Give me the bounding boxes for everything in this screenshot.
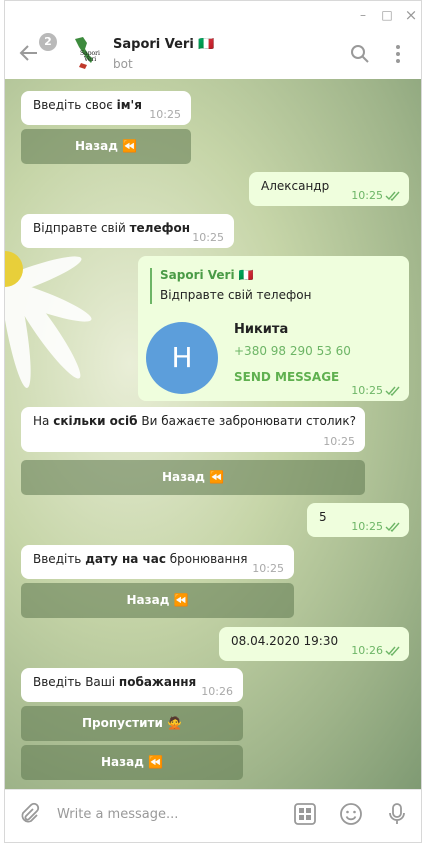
message-text: Александр: [261, 179, 330, 193]
italy-map-logo-icon: Sapori Veri: [75, 37, 100, 69]
incoming-message: На скільки осіб Ви бажаєте забронювати с…: [21, 407, 365, 452]
minimize-button[interactable]: –: [355, 7, 371, 23]
outgoing-message: 5 10:25: [307, 503, 409, 537]
smile-icon: [340, 803, 362, 825]
message-text-bold: телефон: [129, 221, 191, 235]
message-text-bold: дату на час: [85, 552, 166, 566]
paperclip-icon: [21, 802, 40, 823]
telegram-window: – □ × 2 Sapori Veri Sapori Veri 🇮🇹 bot В…: [4, 0, 422, 843]
back-keyboard-button[interactable]: Назад ⏪: [21, 745, 243, 780]
forwarded-from: Sapori Veri 🇮🇹: [160, 268, 254, 282]
forward-bar: [150, 268, 152, 304]
attach-button[interactable]: [17, 802, 41, 826]
back-keyboard-button[interactable]: Назад ⏪: [21, 129, 191, 164]
message-time: 10:26: [201, 685, 233, 698]
search-button[interactable]: [349, 43, 373, 67]
chat-subtitle: bot: [113, 57, 133, 71]
message-time: 10:25: [252, 562, 284, 575]
incoming-message: Введіть Ваші побажання 10:26: [21, 668, 243, 702]
double-check-icon: [385, 522, 400, 532]
close-button[interactable]: ×: [403, 7, 419, 23]
contact-avatar[interactable]: H: [146, 322, 218, 394]
message-text: 5: [319, 510, 327, 524]
bot-commands-button[interactable]: [293, 802, 317, 826]
message-time: 10:25: [192, 231, 224, 244]
message-text-rest: бронювання: [165, 552, 248, 566]
arrow-left-icon: [19, 45, 37, 61]
message-time: 10:25: [323, 435, 355, 448]
message-time: 10:26: [351, 644, 383, 657]
message-text-rest: Ви бажаєте забронювати столик?: [137, 414, 356, 428]
forwarded-contact-message[interactable]: Sapori Veri 🇮🇹 Відправте свій телефон H …: [138, 256, 409, 401]
double-check-icon: [385, 386, 400, 396]
back-keyboard-button[interactable]: Назад ⏪: [21, 460, 365, 495]
forwarded-text: Відправте свій телефон: [160, 288, 312, 302]
send-message-button[interactable]: SEND MESSAGE: [234, 370, 339, 384]
unread-badge: 2: [39, 33, 57, 51]
search-icon: [351, 45, 369, 63]
message-text: Введіть: [33, 552, 86, 566]
message-text-bold: скільки осіб: [53, 414, 138, 428]
keyboard-grid-icon: [294, 803, 316, 825]
message-text: На: [33, 414, 54, 428]
contact-name: Никита: [234, 322, 289, 337]
svg-text:Veri: Veri: [83, 56, 96, 63]
microphone-icon: [389, 803, 405, 824]
message-text: 08.04.2020 19:30: [231, 634, 339, 648]
message-composer: Write a message...: [5, 789, 421, 842]
chat-title: Sapori Veri 🇮🇹: [113, 37, 215, 52]
message-input[interactable]: Write a message...: [57, 807, 178, 822]
message-text-bold: побажання: [118, 675, 197, 689]
message-text-bold: ім'я: [116, 98, 142, 112]
message-time: 10:25: [351, 189, 383, 202]
window-titlebar: – □ ×: [5, 1, 421, 31]
contact-phone: +380 98 290 53 60: [234, 344, 351, 358]
incoming-message: Введіть своє ім'я 10:25: [21, 91, 191, 125]
message-text: Введіть Ваші: [33, 675, 119, 689]
maximize-button[interactable]: □: [379, 7, 395, 23]
double-check-icon: [385, 646, 400, 656]
more-button[interactable]: [387, 43, 411, 67]
message-time: 10:25: [149, 108, 181, 121]
outgoing-message: 08.04.2020 19:30 10:26: [219, 627, 409, 661]
skip-keyboard-button[interactable]: Пропустити 🙅: [21, 706, 243, 741]
message-time: 10:25: [351, 520, 383, 533]
outgoing-message: Александр 10:25: [249, 172, 409, 206]
incoming-message: Введіть дату на час бронювання 10:25: [21, 545, 294, 579]
message-text: Відправте свій: [33, 221, 130, 235]
chat-header: 2 Sapori Veri Sapori Veri 🇮🇹 bot: [5, 31, 421, 79]
back-keyboard-button[interactable]: Назад ⏪: [21, 583, 294, 618]
emoji-button[interactable]: [339, 802, 363, 826]
chat-area[interactable]: Введіть своє ім'я 10:25 Назад ⏪ Александ…: [5, 79, 421, 790]
more-vertical-icon: [396, 45, 400, 63]
voice-button[interactable]: [385, 802, 409, 826]
message-time: 10:25: [351, 384, 383, 397]
incoming-message: Відправте свій телефон 10:25: [21, 214, 234, 248]
bot-avatar[interactable]: Sapori Veri: [67, 33, 107, 73]
double-check-icon: [385, 191, 400, 201]
message-text: Введіть своє: [33, 98, 117, 112]
